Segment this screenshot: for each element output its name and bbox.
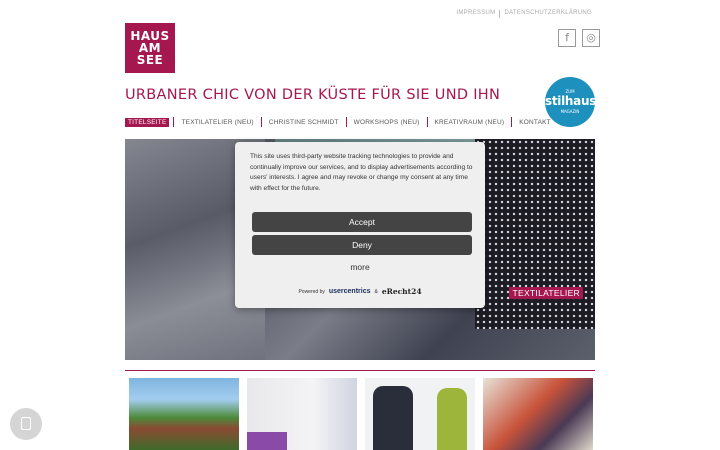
nav-separator: [173, 117, 175, 127]
erecht24-logo[interactable]: eRecht24: [382, 287, 422, 296]
ampersand: &: [374, 288, 378, 295]
top-links: IMPRESSUM DATENSCHUTZERKLÄRUNG: [452, 10, 596, 18]
powered-by-label: Powered by: [298, 288, 325, 295]
thumbnail-painting[interactable]: [483, 378, 593, 450]
nav-separator: [260, 117, 262, 127]
site-logo[interactable]: HAUS AM SEE: [125, 23, 175, 73]
hero-pattern-fabric: [475, 139, 595, 329]
privacy-settings-button[interactable]: [10, 408, 42, 440]
thumbnail-textile[interactable]: [247, 378, 357, 450]
thumbnail-coats[interactable]: [365, 378, 475, 450]
nav-separator: [345, 117, 347, 127]
fingerprint-icon: [21, 417, 31, 430]
hero-label[interactable]: TEXTILATELIER: [509, 287, 583, 299]
badge-bottom-text: MAGAZIN: [560, 109, 580, 114]
thumbnail-house[interactable]: [129, 378, 239, 450]
main-nav: TITELSEITE TEXTILATELIER (NEU) CHRISTINE…: [125, 117, 554, 127]
nav-separator: [511, 117, 513, 127]
nav-item-textilatelier[interactable]: TEXTILATELIER (NEU): [178, 118, 256, 127]
thumbnail-row: [129, 378, 593, 450]
instagram-icon[interactable]: ◎: [582, 29, 600, 47]
nav-item-titelseite[interactable]: TITELSEITE: [125, 117, 170, 127]
privacy-link[interactable]: DATENSCHUTZERKLÄRUNG: [500, 10, 596, 18]
page-headline: URBANER CHIC VON DER KÜSTE FÜR SIE UND I…: [125, 87, 501, 103]
social-links: f ◎: [558, 29, 600, 47]
powered-by: Powered by usercentrics & eRecht24: [235, 287, 485, 296]
cookie-consent-dialog: This site uses third-party website track…: [235, 142, 485, 308]
accept-button[interactable]: Accept: [252, 212, 472, 232]
logo-line: SEE: [136, 53, 164, 67]
impressum-link[interactable]: IMPRESSUM: [452, 10, 499, 18]
coat-dark: [373, 386, 413, 450]
textile-swatch: [247, 432, 287, 450]
more-link[interactable]: more: [235, 262, 485, 272]
nav-item-workshops[interactable]: WORKSHOPS (NEU): [351, 118, 423, 127]
facebook-icon[interactable]: f: [558, 29, 576, 47]
nav-separator: [426, 117, 428, 127]
nav-item-christine-schmidt[interactable]: CHRISTINE SCHMIDT: [266, 118, 342, 127]
coat-green: [437, 388, 467, 450]
deny-button[interactable]: Deny: [252, 235, 472, 255]
nav-item-kreativraum[interactable]: KREATIVRAUM (NEU): [432, 118, 508, 127]
usercentrics-logo[interactable]: usercentrics: [329, 288, 371, 295]
badge-main-text: stilhaus: [545, 94, 597, 108]
consent-message: This site uses third-party website track…: [250, 153, 473, 192]
nav-item-kontakt[interactable]: KONTAKT: [516, 118, 554, 127]
content-divider: [125, 370, 595, 371]
